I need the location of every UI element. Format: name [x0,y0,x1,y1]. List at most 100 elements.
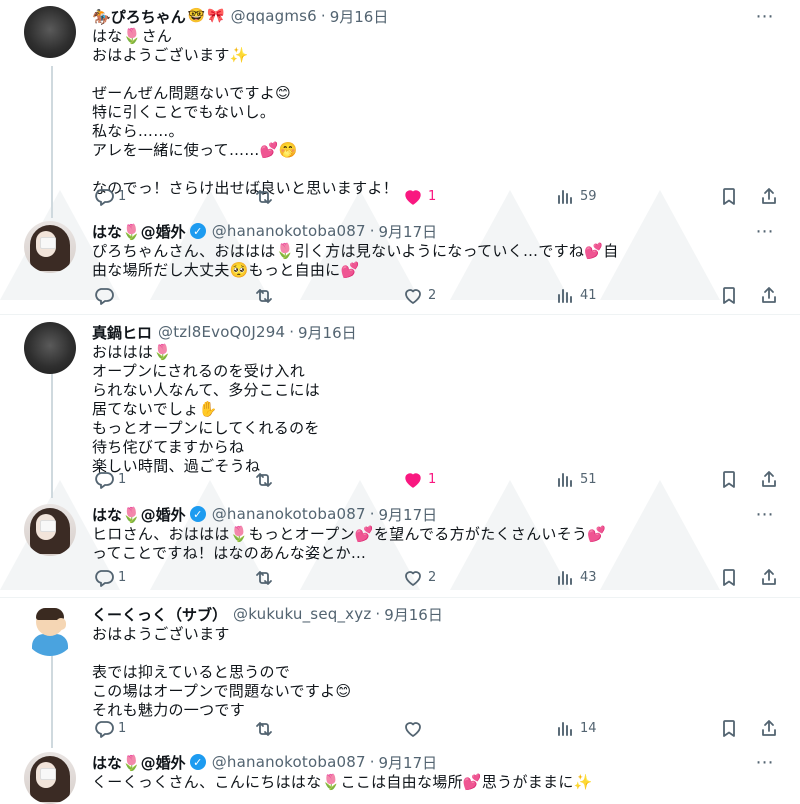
text-line [92,160,782,179]
avatar-body [32,634,68,656]
more-icon[interactable]: ⋯ [756,752,774,773]
heart-button[interactable]: 2 [402,284,436,306]
heart-icon [405,571,421,586]
retweet-button[interactable] [252,717,278,739]
separator-dot: · [369,222,375,240]
heart-button[interactable]: 1 [402,185,436,207]
tweet[interactable]: 真鍋ヒロ @tzl8EvoQ0J294 · 9月16日 おははは🌷 オープンにさ… [0,318,800,493]
share-button[interactable] [758,717,780,739]
user-handle[interactable]: @kukuku_seq_xyz [233,605,371,623]
reply-button[interactable]: 1 [92,468,126,490]
more-icon[interactable]: ⋯ [756,6,774,27]
post-date[interactable]: 9月17日 [378,221,437,242]
tweet[interactable]: はな🌷@婚外 ✓ @hananokotoba087 · 9月17日 ⋯ くーくっ… [0,748,800,804]
text-line: 待ち侘びてますからね [92,438,245,456]
bookmark-button[interactable] [718,284,740,306]
tweet-text: くーくっくさん、こんにちははな🌷ここは自由な場所💕思うがままに✨ [92,773,782,792]
display-name[interactable]: くーくっく（サブ） [92,604,227,625]
user-handle[interactable]: @hananokotoba087 [212,222,366,240]
bookmark-button[interactable] [718,185,740,207]
views-button[interactable]: 14 [554,717,597,739]
avatar[interactable] [24,221,76,273]
retweet-button[interactable] [252,468,278,490]
text-line: おははは🌷 [92,343,173,361]
heart-button[interactable]: 2 [402,566,436,588]
bookmark-icon [723,471,735,488]
text-line: 由な場所だし大丈夫🥺もっと自由に💕 [92,261,360,279]
post-date[interactable]: 9月17日 [378,752,437,773]
post-date[interactable]: 9月16日 [330,6,389,27]
bookmark-icon [723,287,735,304]
avatar[interactable] [24,504,76,556]
tweet[interactable]: はな🌷@婚外 ✓ @hananokotoba087 · 9月17日 ⋯ ヒロさん… [0,498,800,593]
tweet-header: くーくっく（サブ） @kukuku_seq_xyz · 9月16日 [92,604,443,624]
text-line: ヒロさん、おははは🌷もっとオープン💕を望んでる方がたくさんいそう💕 [92,525,607,543]
display-name[interactable]: はな🌷@婚外 [92,504,186,525]
action-bar: 1 2 43 [92,566,782,588]
user-handle[interactable]: @hananokotoba087 [212,753,366,771]
views-count: 59 [580,188,597,204]
avatar-phone [40,237,56,249]
share-button[interactable] [758,566,780,588]
views-button[interactable]: 51 [554,468,597,490]
more-icon[interactable]: ⋯ [756,504,774,525]
bookmark-button[interactable] [718,717,740,739]
retweet-button[interactable] [252,566,278,588]
views-count: 41 [580,287,597,303]
avatar-hand [56,618,66,630]
share-icon [762,471,776,487]
views-icon [558,473,572,487]
post-date[interactable]: 9月16日 [298,322,357,343]
views-button[interactable]: 41 [554,284,597,306]
tweet-header: 真鍋ヒロ @tzl8EvoQ0J294 · 9月16日 [92,322,357,342]
post-date[interactable]: 9月16日 [384,604,443,625]
heart-count: 2 [428,287,437,303]
user-handle[interactable]: @tzl8EvoQ0J294 [158,323,285,341]
reply-button[interactable]: 1 [92,566,126,588]
separator-dot: · [289,323,294,341]
avatar[interactable] [24,322,76,374]
reply-button[interactable]: 1 [92,185,126,207]
action-bar: 2 41 [92,284,782,306]
display-name[interactable]: はな🌷@婚外 [92,752,186,773]
views-button[interactable]: 43 [554,566,597,588]
share-icon [762,188,776,204]
tweet[interactable]: はな🌷@婚外 ✓ @hananokotoba087 · 9月17日 ⋯ ぴろちゃ… [0,215,800,310]
display-name[interactable]: 真鍋ヒロ [92,322,152,343]
separator-dot: · [369,753,375,771]
share-button[interactable] [758,185,780,207]
text-line: くーくっくさん、こんにちははな🌷ここは自由な場所💕思うがままに✨ [92,773,593,791]
verified-badge-icon: ✓ [189,754,206,770]
text-line: おはようございます✨ [92,46,249,64]
avatar[interactable] [24,6,76,58]
reply-icon [95,721,114,738]
heart-button[interactable] [402,717,428,739]
user-handle[interactable]: @qqagms6 [231,7,317,25]
retweet-button[interactable] [252,284,278,306]
share-button[interactable] [758,284,780,306]
tweet[interactable]: くーくっく（サブ） @kukuku_seq_xyz · 9月16日 おはようござ… [0,600,800,740]
text-line: アレを一緒に使って……💕🤭 [92,141,298,159]
share-button[interactable] [758,468,780,490]
avatar[interactable] [24,604,76,656]
reply-count: 1 [118,188,127,204]
bookmark-button[interactable] [718,468,740,490]
action-bar: 1 1 59 [92,185,782,207]
heart-icon [405,722,421,737]
reply-button[interactable] [92,284,118,306]
bookmark-button[interactable] [718,566,740,588]
reply-icon [95,570,114,587]
display-name[interactable]: はな🌷@婚外 [92,221,186,242]
retweet-button[interactable] [252,185,278,207]
avatar[interactable] [24,752,76,804]
more-icon[interactable]: ⋯ [756,221,774,242]
post-date[interactable]: 9月17日 [378,504,437,525]
display-name[interactable]: 🏇ぴろちゃん [92,6,186,27]
retweet-icon [256,473,272,487]
views-count: 51 [580,471,597,487]
user-handle[interactable]: @hananokotoba087 [212,505,366,523]
reply-button[interactable]: 1 [92,717,126,739]
views-button[interactable]: 59 [554,185,597,207]
tweet[interactable]: 🏇ぴろちゃん 🤓 🎀 @qqagms6 · 9月16日 ⋯ はな🌷さん おはよう… [0,0,800,210]
heart-button[interactable]: 1 [402,468,436,490]
